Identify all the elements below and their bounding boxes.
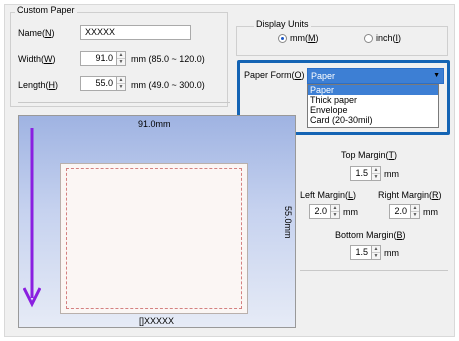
- top-margin-label: Top Margin(T): [341, 150, 398, 160]
- paper-sheet: [60, 163, 248, 314]
- name-field[interactable]: XXXXX: [80, 25, 191, 40]
- preview-width-text: 91.0mm: [138, 119, 171, 129]
- right-separator: [300, 270, 448, 271]
- spin-down-icon[interactable]: ▼: [372, 174, 380, 181]
- chevron-down-icon[interactable]: ▼: [433, 69, 440, 83]
- name-label: Name(N): [18, 28, 55, 38]
- display-units-group: [236, 26, 448, 56]
- left-margin-unit: mm: [343, 207, 358, 217]
- length-stepper[interactable]: 55.0 ▲ ▼: [80, 76, 127, 91]
- left-margin-value[interactable]: 2.0: [309, 204, 331, 219]
- right-margin-label: Right Margin(R): [378, 190, 442, 200]
- width-value[interactable]: 91.0: [80, 51, 117, 66]
- spin-down-icon[interactable]: ▼: [411, 212, 419, 219]
- width-stepper[interactable]: 91.0 ▲ ▼: [80, 51, 127, 66]
- preview-name-text: []XXXXX: [139, 316, 175, 326]
- mm-radio[interactable]: [278, 34, 287, 43]
- bottom-margin-label: Bottom Margin(B): [335, 230, 406, 240]
- paper-form-label: Paper Form(O): [244, 70, 305, 80]
- inch-radio[interactable]: [364, 34, 373, 43]
- printable-area: [66, 168, 242, 309]
- left-separator: [18, 102, 230, 103]
- bottom-margin-spin-buttons[interactable]: ▲ ▼: [371, 245, 381, 260]
- right-margin-value[interactable]: 2.0: [389, 204, 411, 219]
- display-units-legend: Display Units: [254, 19, 311, 29]
- width-range: mm (85.0 ~ 120.0): [131, 54, 205, 64]
- left-margin-stepper[interactable]: 2.0 ▲ ▼: [309, 204, 341, 219]
- bottom-margin-unit: mm: [384, 248, 399, 258]
- right-margin-spin-buttons[interactable]: ▲ ▼: [410, 204, 420, 219]
- right-margin-unit: mm: [423, 207, 438, 217]
- spin-down-icon[interactable]: ▼: [372, 253, 380, 260]
- spin-down-icon[interactable]: ▼: [117, 84, 125, 91]
- inch-label[interactable]: inch(I): [376, 33, 401, 43]
- paper-form-option[interactable]: Thick paper: [308, 95, 438, 105]
- length-value[interactable]: 55.0: [80, 76, 117, 91]
- length-label: Length(H): [18, 80, 59, 90]
- paper-form-option[interactable]: Card (20-30mil): [308, 115, 438, 125]
- top-margin-stepper[interactable]: 1.5 ▲ ▼: [350, 166, 382, 181]
- top-margin-value[interactable]: 1.5: [350, 166, 372, 181]
- length-range: mm (49.0 ~ 300.0): [131, 80, 205, 90]
- bottom-margin-value[interactable]: 1.5: [350, 245, 372, 260]
- paper-form-option[interactable]: Paper: [308, 85, 438, 95]
- right-margin-stepper[interactable]: 2.0 ▲ ▼: [389, 204, 421, 219]
- length-spin-buttons[interactable]: ▲ ▼: [116, 76, 126, 91]
- width-spin-buttons[interactable]: ▲ ▼: [116, 51, 126, 66]
- custom-paper-legend: Custom Paper: [15, 5, 77, 15]
- preview-height-text: 55.0mm: [283, 206, 293, 239]
- bottom-margin-stepper[interactable]: 1.5 ▲ ▼: [350, 245, 382, 260]
- mm-label[interactable]: mm(M): [290, 33, 319, 43]
- paper-form-dropdown[interactable]: Paper Thick paper Envelope Card (20-30mi…: [307, 84, 439, 128]
- left-margin-label: Left Margin(L): [300, 190, 357, 200]
- paper-form-select[interactable]: Paper ▼: [307, 68, 444, 84]
- top-margin-spin-buttons[interactable]: ▲ ▼: [371, 166, 381, 181]
- top-margin-unit: mm: [384, 169, 399, 179]
- spin-down-icon[interactable]: ▼: [117, 59, 125, 66]
- paper-form-value: Paper: [311, 71, 336, 81]
- width-label: Width(W): [18, 54, 56, 64]
- paper-form-option[interactable]: Envelope: [308, 105, 438, 115]
- spin-down-icon[interactable]: ▼: [331, 212, 339, 219]
- left-margin-spin-buttons[interactable]: ▲ ▼: [330, 204, 340, 219]
- feed-direction-arrow-icon: [23, 128, 41, 308]
